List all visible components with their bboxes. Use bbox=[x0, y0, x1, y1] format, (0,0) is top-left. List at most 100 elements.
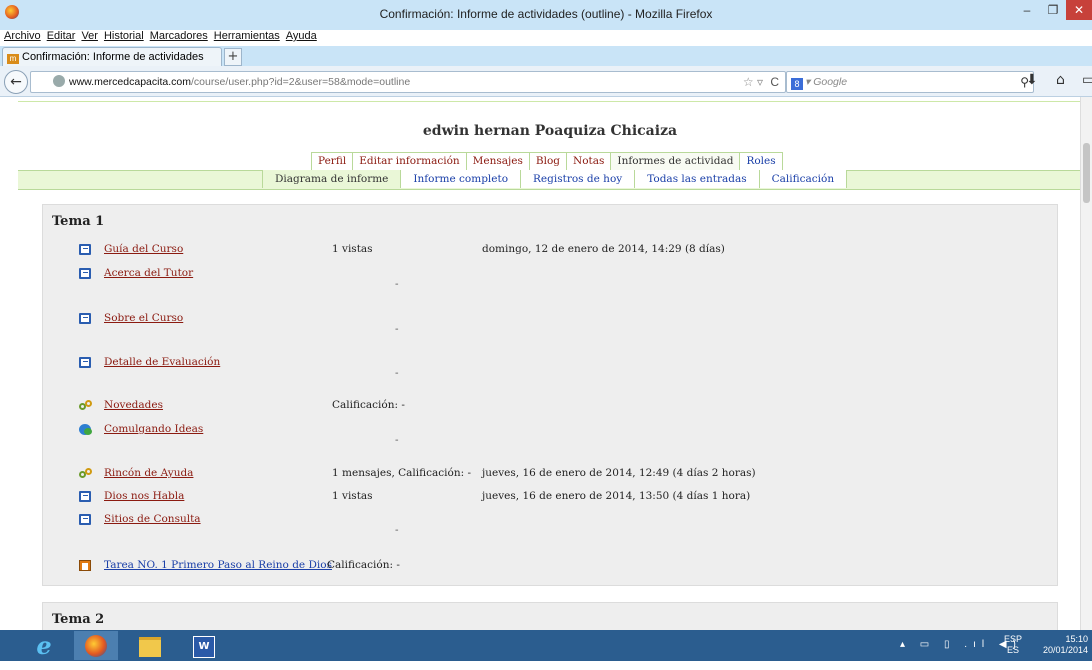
subtab-calificacion[interactable]: Calificación bbox=[758, 170, 848, 188]
activity-last-access: jueves, 16 de enero de 2014, 13:50 (4 dí… bbox=[482, 490, 751, 502]
menu-editar[interactable]: Editar bbox=[47, 30, 76, 42]
activity-link[interactable]: Sobre el Curso bbox=[104, 312, 183, 324]
empty-info-dash: - bbox=[395, 524, 399, 536]
reload-icon[interactable]: C bbox=[770, 72, 779, 92]
window-titlebar: Confirmación: Informe de actividades (ou… bbox=[0, 0, 1092, 30]
clock-date: 20/01/2014 bbox=[1042, 645, 1088, 655]
new-tab-button[interactable]: + bbox=[224, 48, 242, 66]
window-title: Confirmación: Informe de actividades (ou… bbox=[379, 7, 713, 21]
activity-link[interactable]: Tarea NO. 1 Primero Paso al Reino de Dio… bbox=[104, 559, 332, 571]
tab-blog[interactable]: Blog bbox=[528, 152, 568, 170]
url-bar[interactable]: www.mercedcapacita.com/course/user.php?i… bbox=[30, 71, 786, 93]
navigation-bar: ← www.mercedcapacita.com/course/user.php… bbox=[0, 66, 1092, 97]
forum-icon bbox=[79, 400, 93, 412]
subtab-informe-completo[interactable]: Informe completo bbox=[400, 170, 522, 188]
page-icon bbox=[79, 244, 91, 255]
activity-info: 1 mensajes, Calificación: - bbox=[332, 467, 472, 479]
home-icon[interactable]: ⌂ bbox=[1056, 72, 1065, 88]
search-placeholder: ▾ Google bbox=[805, 76, 848, 88]
empty-info-dash: - bbox=[395, 278, 399, 290]
activity-link[interactable]: Rincón de Ayuda bbox=[104, 467, 193, 479]
language-code: ESP bbox=[1004, 634, 1023, 644]
minimize-button[interactable]: – bbox=[1014, 0, 1040, 20]
bookmark-star-icon[interactable]: ☆ ▿ bbox=[743, 72, 763, 92]
download-icon[interactable]: ⬇ bbox=[1026, 72, 1038, 88]
activity-info: Calificación: - bbox=[327, 559, 400, 571]
forum-icon bbox=[79, 468, 93, 480]
taskbar-word-button[interactable]: W bbox=[182, 631, 226, 660]
page-icon bbox=[79, 268, 91, 279]
activity-link[interactable]: Guía del Curso bbox=[104, 243, 183, 255]
activity-info: 1 vistas bbox=[332, 490, 373, 502]
scrollbar-thumb[interactable] bbox=[1083, 143, 1090, 203]
activity-link[interactable]: Acerca del Tutor bbox=[104, 267, 193, 279]
overflow-icon[interactable]: ▭ bbox=[1082, 72, 1092, 88]
taskbar-firefox-button[interactable] bbox=[74, 631, 118, 660]
windows-taskbar: e W ▴ ▭ ▯ .ıl ◀) ESP ES 15:10 20/01/2014 bbox=[0, 630, 1092, 661]
activity-last-access: jueves, 16 de enero de 2014, 12:49 (4 dí… bbox=[482, 467, 756, 479]
browser-tab-bar: mConfirmación: Informe de actividades (o… bbox=[0, 46, 1092, 81]
activity-info: 1 vistas bbox=[332, 243, 373, 255]
activity-link[interactable]: Detalle de Evaluación bbox=[104, 356, 220, 368]
folder-icon bbox=[139, 637, 161, 657]
search-engine-icon[interactable]: 8 bbox=[791, 78, 803, 90]
taskbar-explorer-button[interactable] bbox=[128, 631, 172, 660]
clock-time: 15:10 bbox=[1065, 634, 1088, 644]
section-title: Tema 1 bbox=[52, 214, 105, 229]
url-path: /course/user.php?id=2&user=58&mode=outli… bbox=[190, 76, 411, 88]
section-tema-2: Tema 2 bbox=[42, 602, 1058, 630]
empty-info-dash: - bbox=[395, 323, 399, 335]
keyboard-layout: ES bbox=[1007, 645, 1020, 655]
activity-info: Calificación: - bbox=[332, 399, 405, 411]
system-clock[interactable]: 15:10 20/01/2014 bbox=[1034, 634, 1088, 665]
tab-notas[interactable]: Notas bbox=[566, 152, 612, 170]
language-indicator[interactable]: ESP ES bbox=[1004, 634, 1022, 665]
menu-marcadores[interactable]: Marcadores bbox=[150, 30, 208, 42]
site-identity-icon[interactable] bbox=[53, 75, 65, 87]
activity-last-access: domingo, 12 de enero de 2014, 14:29 (8 d… bbox=[482, 243, 725, 255]
report-subtabs: Diagrama de informe Informe completo Reg… bbox=[262, 170, 848, 188]
page-icon bbox=[79, 514, 91, 525]
activity-link[interactable]: Sitios de Consulta bbox=[104, 513, 201, 525]
page-content: edwin hernan Poaquiza Chicaiza Perfil Ed… bbox=[0, 97, 1080, 630]
subtab-diagrama-de-informe[interactable]: Diagrama de informe bbox=[262, 170, 402, 188]
assignment-icon bbox=[79, 560, 91, 571]
back-button[interactable]: ← bbox=[4, 70, 28, 94]
chat-icon bbox=[79, 424, 92, 435]
empty-info-dash: - bbox=[395, 367, 399, 379]
internet-explorer-icon: e bbox=[36, 631, 52, 660]
tab-informes-de-actividad[interactable]: Informes de actividad bbox=[610, 152, 741, 170]
section-title: Tema 2 bbox=[52, 612, 105, 627]
browser-tab[interactable]: mConfirmación: Informe de actividades (o… bbox=[2, 47, 222, 81]
activity-link[interactable]: Dios nos Habla bbox=[104, 490, 184, 502]
tab-perfil[interactable]: Perfil bbox=[311, 152, 354, 170]
taskbar-ie-button[interactable]: e bbox=[22, 631, 66, 660]
tab-mensajes[interactable]: Mensajes bbox=[465, 152, 530, 170]
section-tema-1: Tema 1 Guía del Curso 1 vistas domingo, … bbox=[42, 204, 1058, 586]
subtab-registros-de-hoy[interactable]: Registros de hoy bbox=[520, 170, 636, 188]
user-full-name: edwin hernan Poaquiza Chicaiza bbox=[422, 123, 678, 139]
close-window-button[interactable]: ✕ bbox=[1066, 0, 1092, 20]
tab-roles[interactable]: Roles bbox=[739, 152, 783, 170]
subtab-todas-las-entradas[interactable]: Todas las entradas bbox=[634, 170, 760, 188]
activity-link[interactable]: Comulgando Ideas bbox=[104, 423, 203, 435]
firefox-icon bbox=[85, 635, 107, 657]
maximize-button[interactable]: ❐ bbox=[1040, 0, 1066, 20]
header-divider bbox=[18, 101, 1080, 102]
menu-ayuda[interactable]: Ayuda bbox=[286, 30, 317, 42]
search-input[interactable]: 8 ▾ Google ⚲ bbox=[786, 71, 1034, 93]
page-icon bbox=[79, 313, 91, 324]
tab-editar-informacion[interactable]: Editar información bbox=[352, 152, 467, 170]
page-icon bbox=[79, 357, 91, 368]
page-icon bbox=[79, 491, 91, 502]
activity-link[interactable]: Novedades bbox=[104, 399, 163, 411]
page-scrollbar[interactable] bbox=[1080, 97, 1092, 630]
profile-tabs: Perfil Editar información Mensajes Blog … bbox=[311, 152, 783, 170]
word-icon: W bbox=[193, 636, 215, 658]
menu-archivo[interactable]: Archivo bbox=[4, 30, 41, 42]
moodle-favicon-icon: m bbox=[7, 54, 19, 64]
menu-herramientas[interactable]: Herramientas bbox=[214, 30, 280, 42]
menu-ver[interactable]: Ver bbox=[81, 30, 98, 42]
menu-bar: Archivo Editar Ver Historial Marcadores Herra… bbox=[0, 30, 317, 46]
menu-historial[interactable]: Historial bbox=[104, 30, 144, 42]
